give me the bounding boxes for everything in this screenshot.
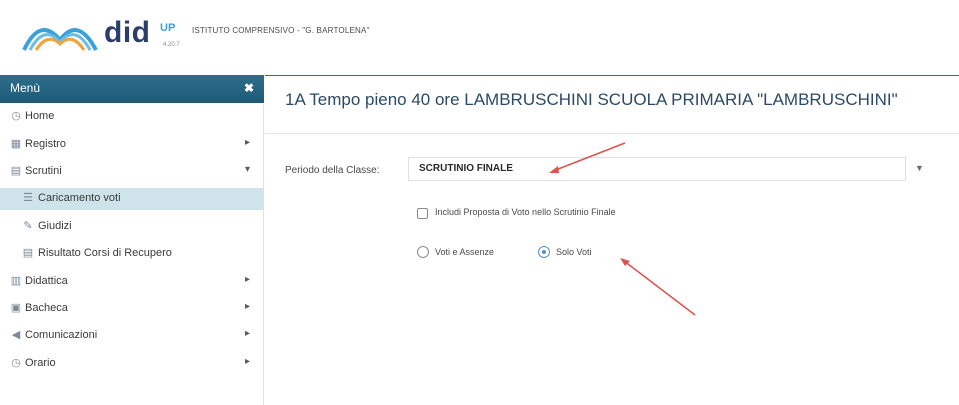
sidebar-item-caricamento-voti[interactable]: ☰ Caricamento voti [0,188,264,210]
calendar-icon: ▦ [10,138,22,150]
sidebar-item-home[interactable]: ◷ Home [0,106,264,128]
sidebar-item-label: Didattica [25,275,68,287]
list-icon: ☰ [23,192,33,204]
main-content: 1A Tempo pieno 40 ore LAMBRUSCHINI SCUOL… [265,75,959,405]
sidebar-item-didattica[interactable]: ▥ Didattica ▸ [0,271,264,293]
book-icon: ▥ [10,275,22,287]
sidebar-item-label: Home [25,110,55,122]
document-icon: ▤ [10,165,22,177]
close-icon[interactable]: ✖ [244,81,254,95]
sidebar-item-label: Comunicazioni [25,329,98,341]
title-divider [265,133,959,134]
radio-voti-assenze[interactable] [417,246,429,258]
radio-solo-voti[interactable] [538,246,550,258]
didup-logo [22,28,98,51]
sidebar-item-label: Risultato Corsi di Recupero [38,247,172,259]
sidebar-item-label: Caricamento voti [38,192,121,204]
clock-icon: ◷ [11,357,21,369]
brand-version: 4.20.7 [163,42,180,48]
menu-title: Menù [10,81,41,95]
sidebar-item-orario[interactable]: ◷ Orario ▸ [0,353,264,375]
chevron-right-icon: ▸ [245,301,251,312]
periodo-label: Periodo della Classe: [285,165,380,176]
sidebar-item-giudizi[interactable]: ✎ Giudizi [0,216,264,238]
chevron-down-icon[interactable]: ▼ [915,163,924,173]
sidebar-item-registro[interactable]: ▦ Registro ▸ [0,134,264,156]
radio-solo-voti-label: Solo Voti [556,247,592,257]
sidebar-item-label: Orario [25,357,56,369]
chevron-down-icon: ▾ [245,164,251,175]
periodo-select-value: SCRUTINIO FINALE [419,163,513,174]
sidebar-item-label: Registro [25,138,66,150]
chevron-right-icon: ▸ [245,328,251,339]
chevron-right-icon: ▸ [245,356,251,367]
sidebar-item-label: Bacheca [25,302,68,314]
page-title: 1A Tempo pieno 40 ore LAMBRUSCHINI SCUOL… [285,90,898,109]
school-name: ISTITUTO COMPRENSIVO - "G. BARTOLENA" [192,26,370,35]
includi-proposta-checkbox[interactable] [417,208,428,219]
edit-icon: ✎ [23,220,33,232]
chevron-right-icon: ▸ [245,274,251,285]
menu-header: Menù ✖ [0,75,264,103]
board-icon: ▣ [10,302,22,314]
document-icon: ▤ [22,247,34,259]
app-header: did UP 4.20.7 ISTITUTO COMPRENSIVO - "G.… [0,0,959,66]
radio-voti-assenze-label: Voti e Assenze [435,247,495,257]
sidebar-item-label: Giudizi [38,220,72,232]
sidebar-item-bacheca[interactable]: ▣ Bacheca ▸ [0,298,264,320]
includi-proposta-label: Includi Proposta di Voto nello Scrutinio… [435,207,616,217]
sidebar-menu: Menù ✖ ◷ Home ▦ Registro ▸ ▤ Scrutini ▾ … [0,75,264,405]
periodo-select[interactable]: SCRUTINIO FINALE [408,157,906,181]
sidebar-item-comunicazioni[interactable]: ◀ Comunicazioni ▸ [0,325,264,347]
megaphone-icon: ◀ [11,329,21,341]
brand-name: did [104,16,151,49]
sidebar-item-risultato-corsi[interactable]: ▤ Risultato Corsi di Recupero [0,243,264,265]
chevron-right-icon: ▸ [245,137,251,148]
brand-superscript: UP [160,22,176,34]
sidebar-item-label: Scrutini [25,165,62,177]
clock-icon: ◷ [11,110,21,122]
sidebar-item-scrutini[interactable]: ▤ Scrutini ▾ [0,161,264,183]
